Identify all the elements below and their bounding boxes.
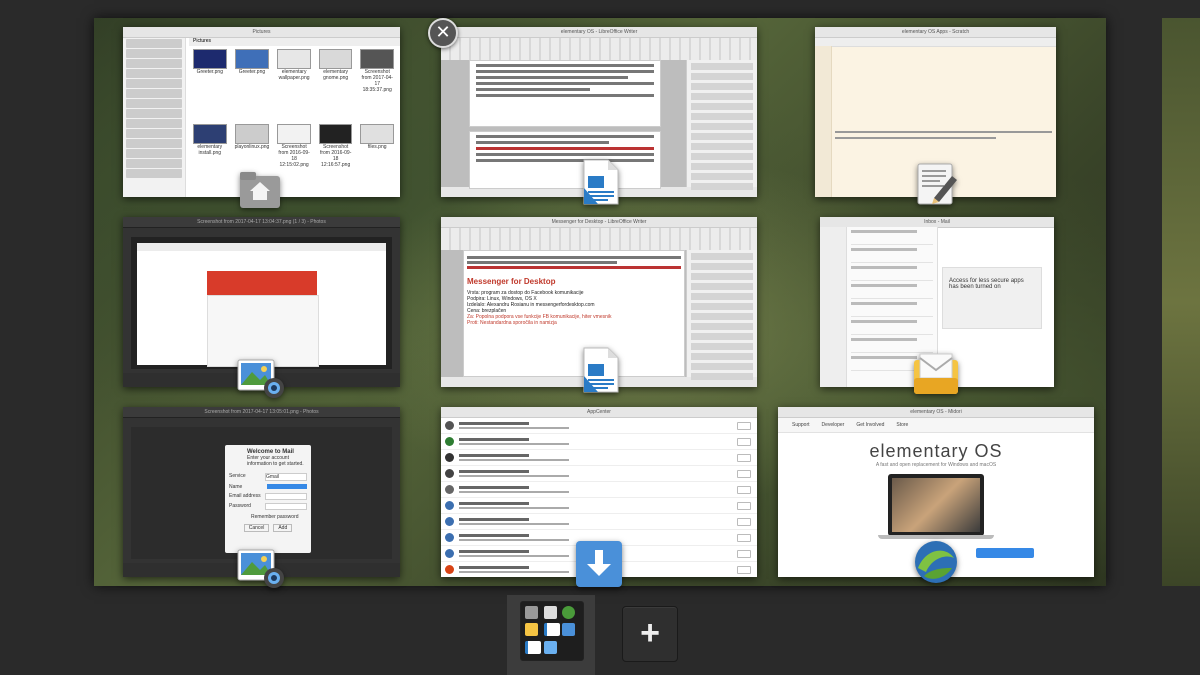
nav-developer[interactable]: Developer <box>822 422 845 428</box>
mail-folders <box>820 227 847 387</box>
files-titlebar: Pictures <box>123 27 400 38</box>
scratch-icon <box>543 606 557 619</box>
workspace-1-mini-icons <box>520 601 584 661</box>
writer-icon <box>543 623 560 637</box>
writer-app-icon-2 <box>583 347 619 393</box>
writer-top-titlebar: elementary OS - LibreOffice Writer <box>441 27 757 38</box>
writer-mid-page: Messenger for Desktop Vrsta: program za … <box>463 250 685 377</box>
add-workspace-button[interactable]: + <box>622 606 678 662</box>
appcenter-titlebar: AppCenter <box>441 407 757 418</box>
files-grid: Greeter.png Greeter.png elementary wallp… <box>193 49 394 193</box>
writer-mid-toolbar <box>441 228 757 251</box>
download-button[interactable] <box>976 548 1034 558</box>
download-icon <box>562 623 576 637</box>
photos-2-image: Welcome to Mail Enter your account infor… <box>131 427 392 559</box>
writer-app-icon <box>583 159 619 205</box>
writer-mid-sidebar <box>686 250 757 380</box>
nav-get-involved[interactable]: Get Involved <box>856 422 884 428</box>
writer-top-page-1 <box>469 60 661 127</box>
files-app-icon <box>240 172 280 208</box>
photos-1-image <box>131 237 392 369</box>
mail-message-card: Access for less secure apps has been tur… <box>942 267 1042 329</box>
close-window-button[interactable]: ✕ <box>428 18 458 48</box>
appcenter-download-icon <box>576 541 622 587</box>
workspace-1-thumbnail[interactable] <box>507 595 595 675</box>
browser-navbar: Support Developer Get Involved Store <box>778 418 1094 433</box>
files-pathbar: Pictures <box>189 38 400 46</box>
photos-app-icon-1 <box>237 359 284 398</box>
writer-top-sidebar <box>686 60 757 190</box>
mail-icon <box>525 623 538 637</box>
next-workspace-preview[interactable] <box>1162 18 1200 586</box>
scratch-titlebar: elementary OS Apps - Scratch <box>815 27 1056 38</box>
writer-mid-titlebar: Messenger for Desktop - LibreOffice Writ… <box>441 217 757 228</box>
midori-app-icon <box>915 541 957 583</box>
browser-tagline: A fast and open replacement for Windows … <box>875 462 997 468</box>
writer-top-page-2 <box>469 131 661 189</box>
nav-support[interactable]: Support <box>792 422 810 428</box>
photos-1-titlebar: Screenshot from 2017-04-17 13:04:37.png … <box>123 217 400 228</box>
writer-heading: Messenger for Desktop <box>467 277 556 286</box>
laptop-screenshot <box>888 474 984 536</box>
browser-heading: elementary OS <box>869 441 1003 461</box>
photos-2-titlebar: Screenshot from 2017-04-17 13:05:01.png … <box>123 407 400 418</box>
writer-icon-2 <box>525 640 541 654</box>
photos-icon <box>543 640 557 654</box>
midori-icon <box>562 606 576 619</box>
files-icon <box>525 606 538 619</box>
writer-top-toolbar <box>441 38 757 61</box>
scratch-app-icon <box>917 163 957 205</box>
files-sidebar <box>123 38 186 197</box>
browser-titlebar: elementary OS - Midori <box>778 407 1094 418</box>
photos-app-icon-2 <box>237 549 284 588</box>
welcome-dialog: Welcome to Mail Enter your account infor… <box>225 445 311 553</box>
nav-store[interactable]: Store <box>896 422 908 428</box>
mail-app-icon <box>914 353 958 394</box>
